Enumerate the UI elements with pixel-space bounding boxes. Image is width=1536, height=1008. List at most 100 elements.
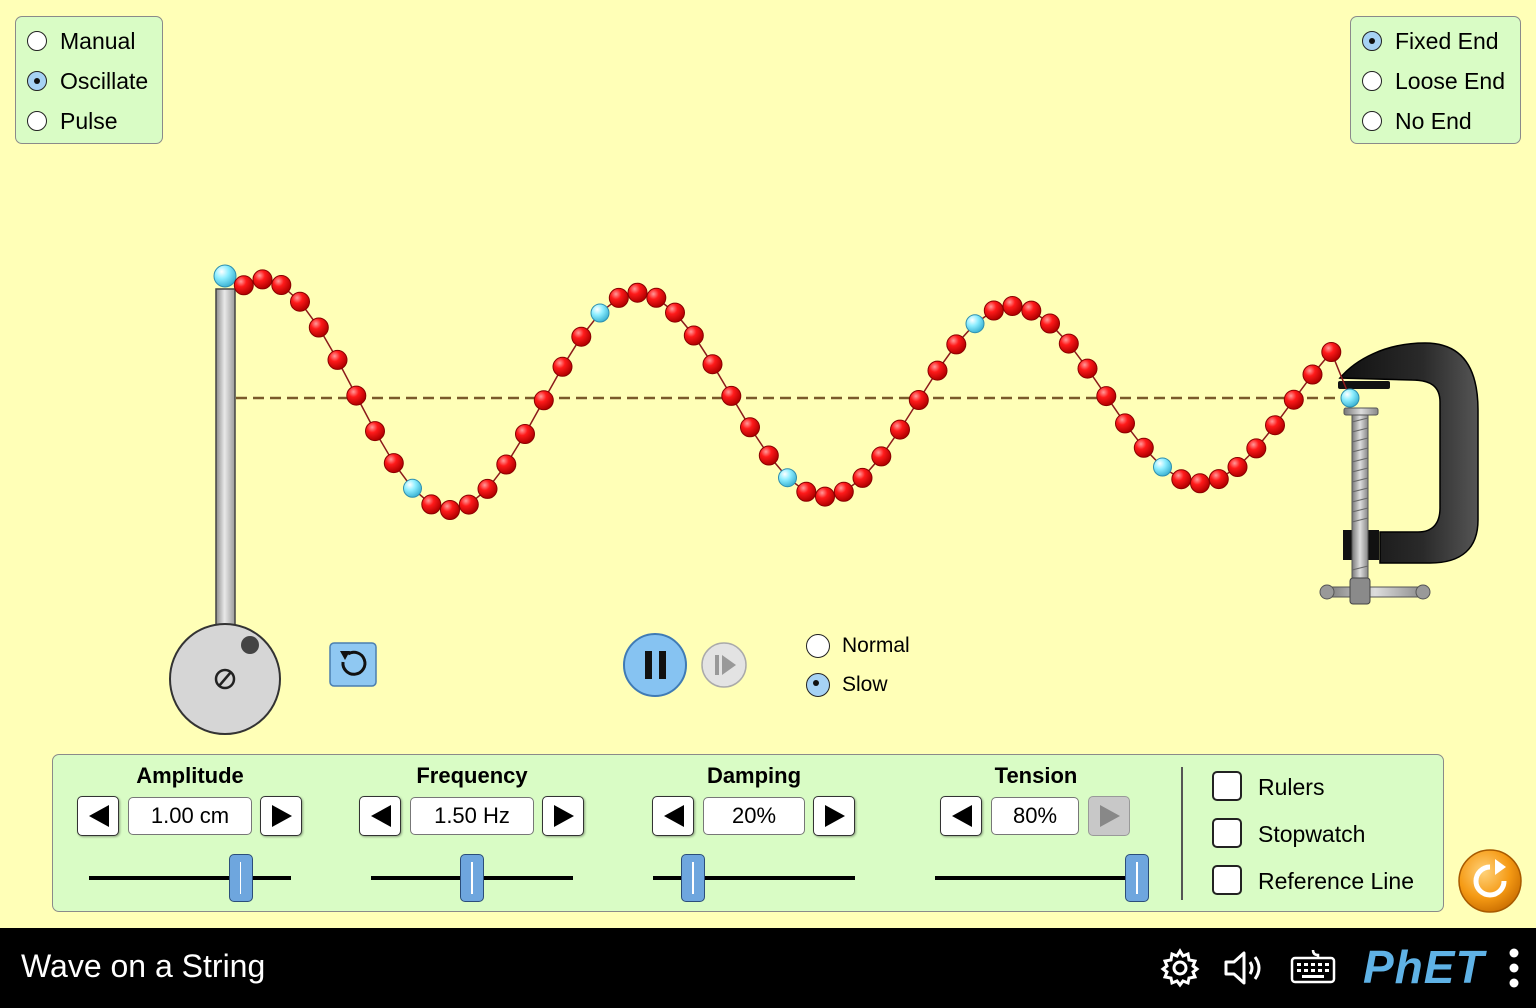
string-bead <box>871 446 892 467</box>
oscillator-rod <box>215 288 236 636</box>
string-bead <box>908 390 929 410</box>
step-button[interactable] <box>701 642 747 688</box>
amplitude-slider-track[interactable] <box>89 876 291 880</box>
string-bead <box>1283 389 1304 410</box>
frequency-slider-thumb[interactable] <box>460 854 484 902</box>
frequency-value: 1.50 Hz <box>410 797 534 835</box>
speed-normal-radio[interactable] <box>806 634 830 658</box>
amplitude-value: 1.00 cm <box>128 797 252 835</box>
amplitude-slider-thumb[interactable] <box>228 854 253 902</box>
string-bead-marker <box>965 314 985 334</box>
phet-logo[interactable]: PhET <box>1363 940 1485 994</box>
restart-button[interactable] <box>329 642 377 687</box>
stopwatch-label[interactable]: Stopwatch <box>1258 821 1365 848</box>
string-bead <box>421 494 442 515</box>
string-bead <box>1227 457 1248 477</box>
string-bead <box>458 494 479 515</box>
string-bead-marker <box>1153 457 1172 477</box>
string-bead-marker <box>1340 388 1360 408</box>
string-bead <box>1265 415 1285 436</box>
string-bead <box>702 354 723 375</box>
string-bead <box>496 454 517 475</box>
speed-normal-option[interactable]: Normal <box>806 631 910 661</box>
tension-increase-button[interactable] <box>1088 796 1130 836</box>
string-bead <box>627 282 648 303</box>
string-bead <box>1040 313 1060 334</box>
string-bead <box>796 481 817 502</box>
string-bead <box>1321 342 1342 362</box>
reference-line-label[interactable]: Reference Line <box>1258 868 1414 895</box>
reference-line-checkbox[interactable] <box>1212 865 1242 895</box>
damping-value: 20% <box>703 797 805 835</box>
speed-normal-label: Normal <box>842 634 910 657</box>
string-bead <box>552 356 573 377</box>
speed-slow-label: Slow <box>842 673 888 696</box>
string-bead <box>721 385 742 406</box>
string-bead <box>1096 386 1117 407</box>
keyboard-icon[interactable] <box>1290 946 1336 986</box>
string-bead <box>233 275 254 296</box>
string-bead <box>927 360 948 381</box>
amplitude-increase-button[interactable] <box>260 796 302 836</box>
string-bead <box>533 390 554 411</box>
frequency-title: Frequency <box>416 763 528 788</box>
string-bead <box>327 349 348 370</box>
amplitude-title: Amplitude <box>136 763 244 788</box>
settings-icon[interactable] <box>1160 948 1200 988</box>
sound-icon[interactable] <box>1222 948 1268 988</box>
string-bead <box>1171 469 1192 490</box>
speed-slow-radio[interactable] <box>806 673 830 697</box>
string-bead <box>477 478 498 499</box>
string-bead <box>1058 333 1079 354</box>
string-bead <box>946 334 967 355</box>
string-bead <box>365 421 385 442</box>
string-bead-marker <box>590 303 610 323</box>
string-bead <box>252 269 273 290</box>
damping-slider-thumb[interactable] <box>681 854 706 902</box>
string-bead <box>571 326 592 347</box>
tension-slider-track[interactable] <box>935 876 1137 880</box>
string-bead <box>1021 300 1042 321</box>
string-bead <box>815 486 835 507</box>
string-bead <box>890 419 910 440</box>
navigation-bar: Wave on a String PhET <box>0 928 1536 1008</box>
string-bead <box>515 424 535 444</box>
frequency-increase-button[interactable] <box>542 796 584 836</box>
rulers-checkbox[interactable] <box>1212 771 1242 801</box>
string-bead <box>308 317 329 338</box>
rulers-label[interactable]: Rulers <box>1258 774 1324 801</box>
string-bead <box>346 385 367 406</box>
string-bead <box>1190 473 1210 494</box>
string-bead <box>290 291 310 312</box>
speed-slow-option[interactable]: Slow <box>806 670 888 700</box>
string-bead <box>665 302 685 323</box>
string-bead <box>1115 413 1135 434</box>
string-bead <box>758 445 779 466</box>
wave-scene <box>169 264 1479 735</box>
control-panel: Amplitude 1.00 cm Frequency 1.50 Hz Damp… <box>52 754 1444 912</box>
reset-all-button[interactable] <box>1457 848 1523 914</box>
string-bead <box>1302 364 1323 385</box>
panel-divider <box>1181 767 1183 900</box>
damping-increase-button[interactable] <box>813 796 855 836</box>
string-bead <box>1208 469 1229 490</box>
menu-icon[interactable] <box>1507 946 1521 990</box>
tension-value: 80% <box>991 797 1079 835</box>
string-bead-marker <box>213 264 237 288</box>
beads-group <box>213 264 1360 520</box>
frequency-decrease-button[interactable] <box>359 796 401 836</box>
damping-decrease-button[interactable] <box>652 796 694 836</box>
string-bead <box>608 287 629 308</box>
string-bead <box>833 481 854 502</box>
pause-button[interactable] <box>623 633 687 697</box>
damping-title: Damping <box>706 763 802 788</box>
string-bead <box>1246 438 1267 459</box>
stopwatch-checkbox[interactable] <box>1212 818 1242 848</box>
string-bead <box>683 325 704 346</box>
string-bead <box>740 417 760 438</box>
string-bead <box>852 467 873 488</box>
tension-slider-thumb[interactable] <box>1125 854 1149 902</box>
tension-decrease-button[interactable] <box>940 796 982 836</box>
string-bead <box>646 287 667 308</box>
amplitude-decrease-button[interactable] <box>77 796 119 836</box>
